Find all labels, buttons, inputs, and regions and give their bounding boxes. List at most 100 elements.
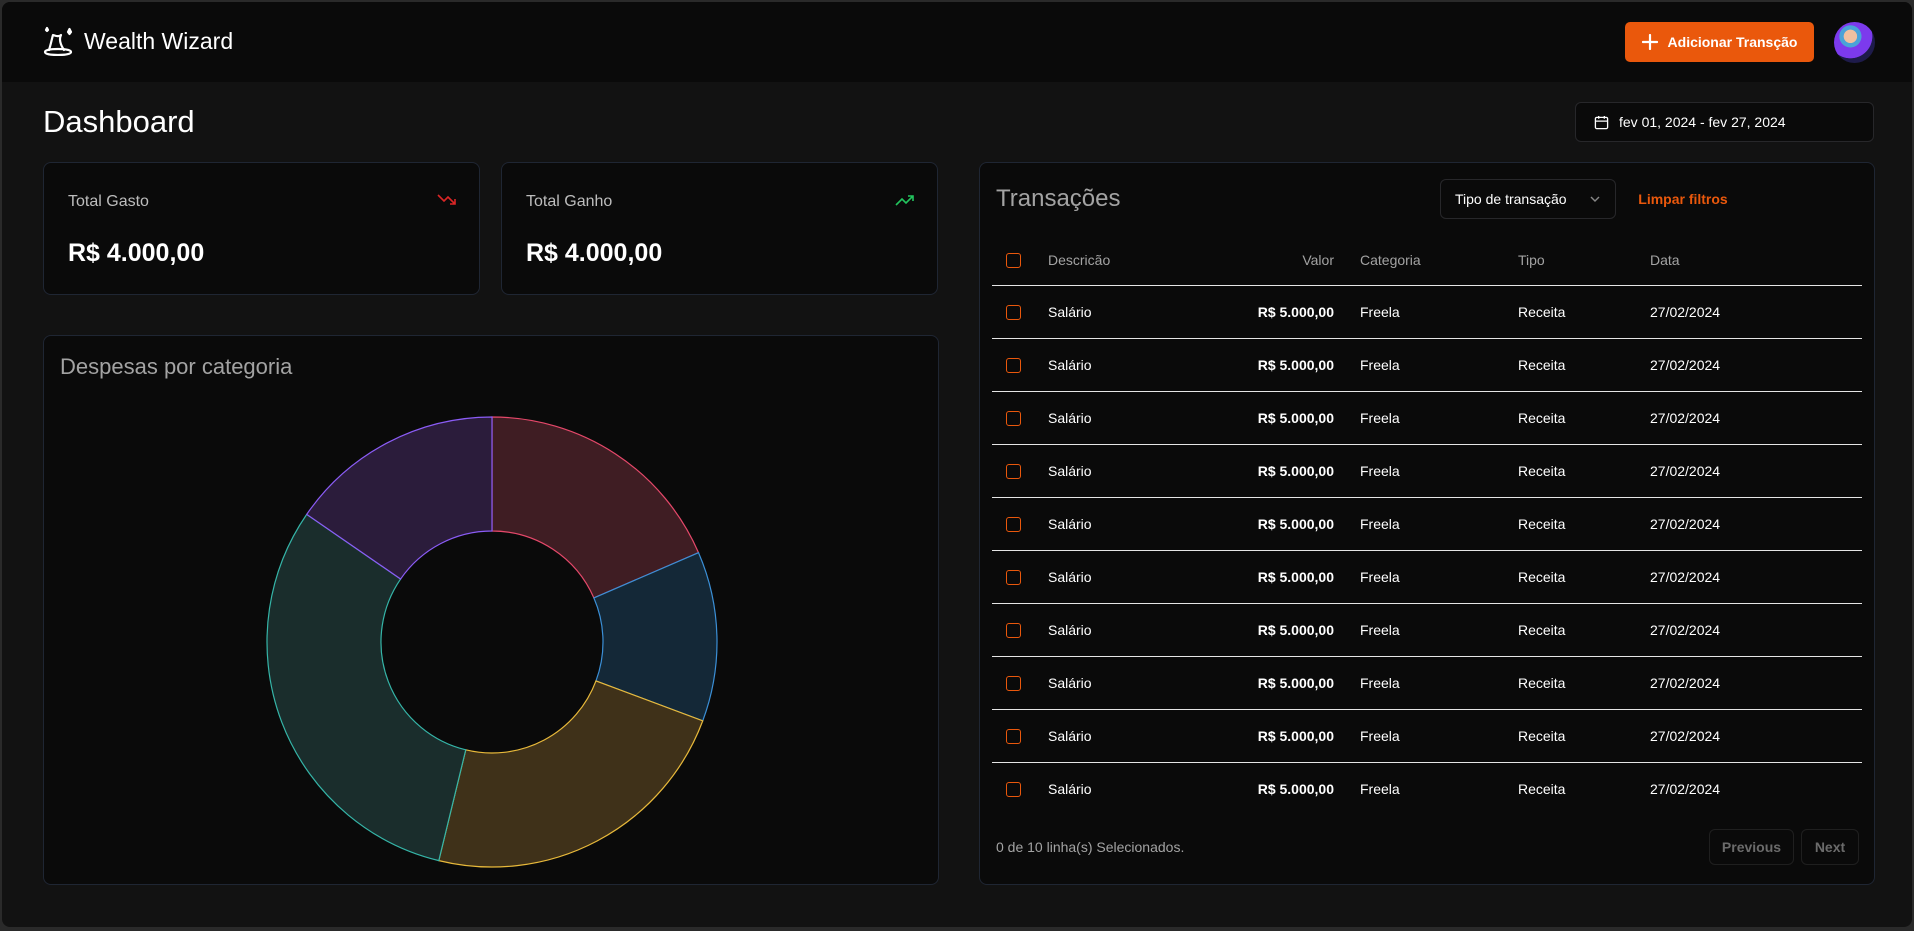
cell-type: Receita <box>1518 497 1650 551</box>
cell-category: Freela <box>1360 656 1518 710</box>
row-checkbox[interactable] <box>1006 410 1021 426</box>
clear-filters-button[interactable]: Limpar filtros <box>1628 191 1738 207</box>
add-transaction-label: Adicionar Transção <box>1667 34 1798 50</box>
stat-value: R$ 4.000,00 <box>526 239 663 267</box>
calendar-icon <box>1594 115 1609 129</box>
column-header[interactable]: Tipo <box>1518 235 1650 286</box>
row-checkbox[interactable] <box>1006 622 1021 638</box>
stat-card-total-ganho: Total Ganho R$ 4.000,00 <box>501 162 938 295</box>
cell-description: Salário <box>1048 497 1198 551</box>
select-all-checkbox[interactable] <box>1006 253 1021 269</box>
cell-description: Salário <box>1048 444 1198 498</box>
cell-description: Salário <box>1048 285 1198 339</box>
transactions-card: Transações Tipo de transação Limpar filt… <box>979 162 1875 885</box>
cell-type: Receita <box>1518 603 1650 657</box>
table-row[interactable]: Salário R$ 5.000,00 Freela Receita 27/02/202… <box>992 762 1862 815</box>
cell-amount: R$ 5.000,00 <box>1257 780 1334 797</box>
cell-type: Receita <box>1518 391 1650 445</box>
column-header[interactable]: Descricão <box>1048 235 1198 286</box>
transactions-table: Descricão Valor Categoria Tipo Data Salá… <box>992 235 1862 815</box>
next-page-button[interactable]: Next <box>1801 829 1859 865</box>
row-checkbox[interactable] <box>1006 675 1021 691</box>
cell-date: 27/02/2024 <box>1650 603 1862 657</box>
table-row[interactable]: Salário R$ 5.000,00 Freela Receita 27/02/202… <box>992 497 1862 551</box>
cell-amount: R$ 5.000,00 <box>1198 338 1360 392</box>
cell-date: 27/02/2024 <box>1650 391 1862 445</box>
table-row[interactable]: Salário R$ 5.000,00 Freela Receita 27/02/202… <box>992 338 1862 392</box>
table-row[interactable]: Salário R$ 5.000,00 Freela Receita 27/02/202… <box>992 444 1862 498</box>
cell-description: Salário <box>1048 709 1198 763</box>
date-range-picker[interactable]: fev 01, 2024 - fev 27, 2024 <box>1575 102 1874 142</box>
previous-page-button[interactable]: Previous <box>1709 829 1794 865</box>
cell-category: Freela <box>1360 603 1518 657</box>
donut-chart <box>266 416 718 868</box>
cell-date: 27/02/2024 <box>1650 550 1862 604</box>
cell-type: Receita <box>1518 285 1650 339</box>
table-row[interactable]: Salário R$ 5.000,00 Freela Receita 27/02/202… <box>992 285 1862 339</box>
expenses-by-category-card: Despesas por categoria <box>43 335 939 885</box>
row-checkbox[interactable] <box>1006 357 1021 373</box>
add-transaction-button[interactable]: Adicionar Transção <box>1625 22 1814 62</box>
app-window: Wealth Wizard Adicionar Transção Dashboa… <box>2 2 1912 927</box>
cell-type: Receita <box>1518 709 1650 763</box>
donut-slice-2[interactable] <box>438 680 704 868</box>
trending-down-icon <box>437 194 456 205</box>
table-header-row: Descricão Valor Categoria Tipo Data <box>992 235 1862 286</box>
cell-description: Salário <box>1048 603 1198 657</box>
row-checkbox[interactable] <box>1006 728 1021 744</box>
row-checkbox[interactable] <box>1006 463 1021 479</box>
stat-label: Total Ganho <box>526 193 613 210</box>
avatar[interactable] <box>1834 22 1875 63</box>
cell-date: 27/02/2024 <box>1650 656 1862 710</box>
cell-description: Salário <box>1048 391 1198 445</box>
cell-category: Freela <box>1360 497 1518 551</box>
selection-status: 0 de 10 linha(s) Selecionados. <box>996 839 1185 855</box>
transaction-type-select[interactable]: Tipo de transação <box>1440 179 1616 219</box>
cell-category: Freela <box>1360 550 1518 604</box>
table-row[interactable]: Salário R$ 5.000,00 Freela Receita 27/02/202… <box>992 550 1862 604</box>
plus-icon <box>1641 34 1658 50</box>
table-row[interactable]: Salário R$ 5.000,00 Freela Receita 27/02/202… <box>992 709 1862 763</box>
cell-category: Freela <box>1360 285 1518 339</box>
app-name: Wealth Wizard <box>84 27 234 54</box>
cell-amount: R$ 5.000,00 <box>1198 285 1360 339</box>
column-header[interactable]: Data <box>1650 235 1862 286</box>
cell-date: 27/02/2024 <box>1650 338 1862 392</box>
donut-slice-3[interactable] <box>266 513 467 862</box>
table-row[interactable]: Salário R$ 5.000,00 Freela Receita 27/02/202… <box>992 656 1862 710</box>
cell-category: Freela <box>1360 444 1518 498</box>
table-row[interactable]: Salário R$ 5.000,00 Freela Receita 27/02/202… <box>992 603 1862 657</box>
date-range-value: fev 01, 2024 - fev 27, 2024 <box>1619 114 1786 130</box>
cell-type: Receita <box>1518 444 1650 498</box>
cell-description: Salário <box>1048 656 1198 710</box>
stat-label: Total Gasto <box>68 193 149 210</box>
row-checkbox[interactable] <box>1006 516 1021 532</box>
logo[interactable]: Wealth Wizard <box>42 26 233 56</box>
cell-date: 27/02/2024 <box>1650 709 1862 763</box>
row-checkbox[interactable] <box>1006 782 1021 798</box>
table-row[interactable]: Salário R$ 5.000,00 Freela Receita 27/02/202… <box>992 391 1862 445</box>
select-value: Tipo de transação <box>1455 191 1567 207</box>
cell-description: Salário <box>1048 338 1198 392</box>
cell-type: Receita <box>1518 780 1566 797</box>
cell-category: Freela <box>1360 338 1518 392</box>
row-checkbox[interactable] <box>1006 569 1021 585</box>
cell-amount: R$ 5.000,00 <box>1198 709 1360 763</box>
cell-amount: R$ 5.000,00 <box>1198 391 1360 445</box>
cell-category: Freela <box>1360 780 1400 797</box>
column-header[interactable]: Categoria <box>1360 235 1518 286</box>
row-checkbox[interactable] <box>1006 304 1021 320</box>
cell-amount: R$ 5.000,00 <box>1198 497 1360 551</box>
cell-date: 27/02/2024 <box>1650 444 1862 498</box>
transactions-title: Transações <box>996 185 1121 212</box>
cell-date: 27/02/2024 <box>1650 780 1721 797</box>
chevron-down-icon <box>1590 196 1600 202</box>
cell-type: Receita <box>1518 338 1650 392</box>
cell-type: Receita <box>1518 656 1650 710</box>
cell-date: 27/02/2024 <box>1650 285 1862 339</box>
trending-up-icon <box>895 195 914 206</box>
cell-amount: R$ 5.000,00 <box>1198 656 1360 710</box>
column-header[interactable]: Valor <box>1198 235 1360 286</box>
top-bar: Wealth Wizard Adicionar Transção <box>2 2 1912 82</box>
cell-category: Freela <box>1360 391 1518 445</box>
